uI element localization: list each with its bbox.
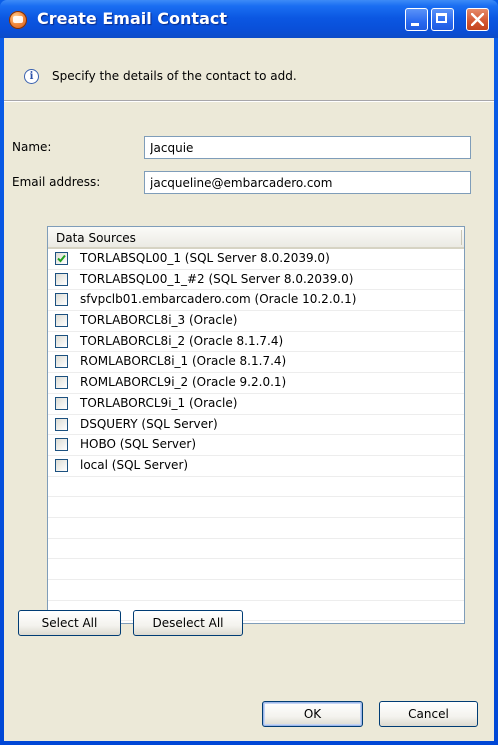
data-source-row[interactable]: TORLABSQL00_1 (SQL Server 8.0.2039.0) — [48, 249, 464, 270]
email-field[interactable] — [144, 171, 471, 194]
close-button[interactable] — [466, 8, 489, 31]
data-sources-list[interactable]: Data Sources TORLABSQL00_1 (SQL Server 8… — [47, 226, 465, 624]
name-field[interactable] — [144, 136, 471, 159]
close-icon — [471, 13, 484, 26]
data-source-row[interactable]: TORLABORCL9i_1 (Oracle) — [48, 394, 464, 415]
data-source-row[interactable]: TORLABSQL00_1_#2 (SQL Server 8.0.2039.0) — [48, 270, 464, 291]
title-bar[interactable]: Create Email Contact — [0, 0, 498, 38]
info-message: Specify the details of the contact to ad… — [52, 69, 297, 83]
cancel-button[interactable]: Cancel — [379, 701, 478, 727]
empty-row — [48, 477, 464, 498]
empty-row — [48, 580, 464, 601]
select-all-button[interactable]: Select All — [18, 610, 121, 636]
data-source-checkbox[interactable] — [55, 272, 68, 286]
data-source-label: TORLABORCL8i_2 (Oracle 8.1.7.4) — [80, 333, 284, 348]
dialog-window: Create Email Contact i Specify the detai… — [0, 0, 498, 745]
empty-row — [48, 497, 464, 518]
minimize-button[interactable] — [405, 8, 428, 31]
deselect-all-button[interactable]: Deselect All — [133, 610, 243, 636]
data-source-label: HOBO (SQL Server) — [80, 437, 197, 452]
data-source-label: TORLABSQL00_1_#2 (SQL Server 8.0.2039.0) — [80, 271, 354, 286]
data-source-label: ROMLABORCL9i_2 (Oracle 9.2.0.1) — [80, 375, 287, 390]
data-source-checkbox[interactable] — [55, 458, 68, 472]
maximize-button[interactable] — [431, 8, 454, 31]
ok-button[interactable]: OK — [262, 701, 363, 727]
data-source-checkbox[interactable] — [55, 376, 68, 390]
data-sources-rows: TORLABSQL00_1 (SQL Server 8.0.2039.0) TOR… — [48, 249, 464, 622]
data-source-label: TORLABSQL00_1 (SQL Server 8.0.2039.0) — [80, 251, 330, 265]
data-source-row[interactable]: sfvpclb01.embarcadero.com (Oracle 10.2.0… — [48, 290, 464, 312]
data-source-checkbox[interactable] — [55, 334, 68, 348]
check-mark-icon — [57, 254, 66, 263]
data-source-row[interactable]: ROMLABORCL8i_1 (Oracle 8.1.7.4) — [48, 352, 464, 374]
email-label: Email address: — [12, 175, 101, 189]
data-sources-header[interactable]: Data Sources — [48, 227, 464, 249]
dialog-body: i Specify the details of the contact to … — [4, 38, 494, 741]
column-divider — [461, 230, 464, 245]
window-title: Create Email Contact — [37, 9, 227, 28]
empty-row — [48, 559, 464, 580]
data-source-label: TORLABORCL8i_3 (Oracle) — [80, 313, 238, 328]
data-source-checkbox[interactable] — [55, 355, 68, 369]
header-separator — [4, 100, 494, 102]
data-source-label: sfvpclb01.embarcadero.com (Oracle 10.2.0… — [80, 292, 357, 307]
data-source-row[interactable]: local (SQL Server) — [48, 456, 464, 477]
empty-row — [48, 518, 464, 539]
data-source-row[interactable]: DSQUERY (SQL Server) — [48, 415, 464, 436]
data-source-row[interactable]: ROMLABORCL9i_2 (Oracle 9.2.0.1) — [48, 373, 464, 394]
data-source-label: DSQUERY (SQL Server) — [80, 416, 218, 431]
data-sources-header-label: Data Sources — [56, 231, 136, 245]
info-icon: i — [24, 69, 39, 84]
data-source-checkbox[interactable] — [55, 293, 68, 307]
data-source-checkbox[interactable] — [55, 314, 68, 328]
data-source-checkbox[interactable] — [55, 417, 68, 431]
data-source-label: ROMLABORCL8i_1 (Oracle 8.1.7.4) — [80, 354, 287, 369]
data-source-label: TORLABORCL9i_1 (Oracle) — [80, 395, 238, 410]
empty-row — [48, 539, 464, 560]
data-source-row[interactable]: TORLABORCL8i_2 (Oracle 8.1.7.4) — [48, 332, 464, 353]
data-source-checkbox[interactable] — [55, 438, 68, 452]
data-source-checkbox[interactable] — [55, 252, 68, 265]
data-source-row[interactable]: HOBO (SQL Server) — [48, 435, 464, 456]
name-label: Name: — [12, 140, 52, 154]
data-source-row[interactable]: TORLABORCL8i_3 (Oracle) — [48, 311, 464, 332]
data-source-checkbox[interactable] — [55, 396, 68, 410]
app-icon — [9, 11, 27, 29]
data-source-label: local (SQL Server) — [80, 457, 189, 472]
